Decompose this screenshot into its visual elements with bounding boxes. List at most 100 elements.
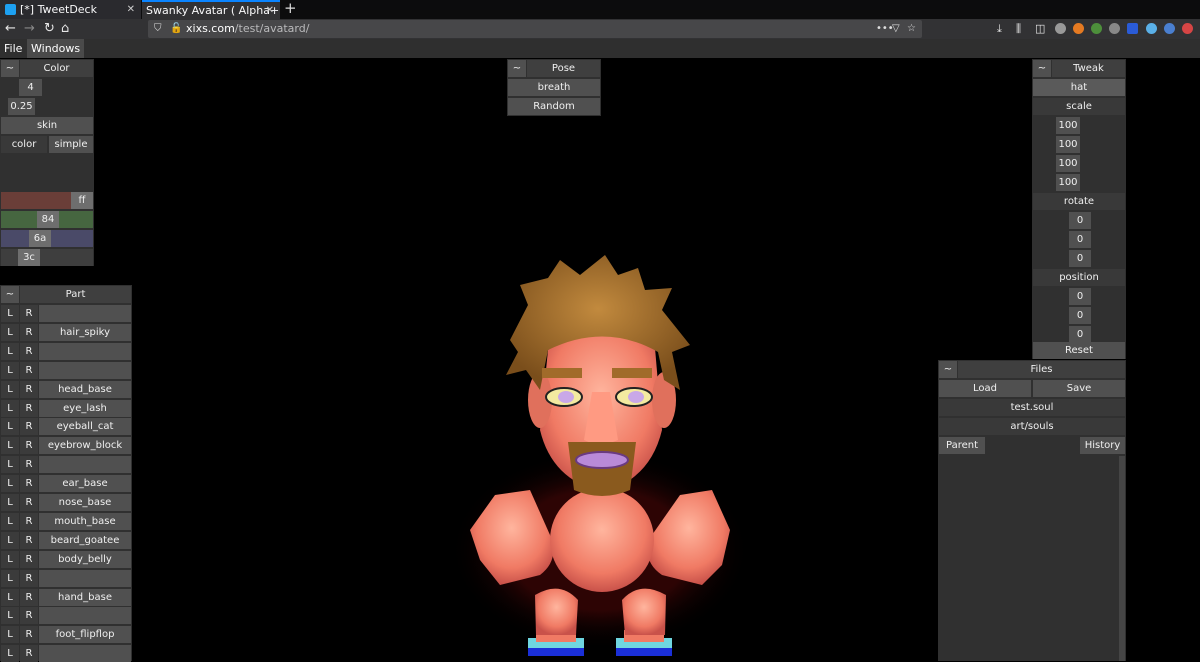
part-right-button[interactable]: R <box>20 323 38 341</box>
new-tab-icon[interactable]: + <box>284 0 297 17</box>
rotate-z-field[interactable]: 0 <box>1069 250 1091 267</box>
part-left-button[interactable]: L <box>1 437 19 455</box>
pose-breath-button[interactable]: breath <box>508 79 600 96</box>
part-left-button[interactable]: L <box>1 305 19 322</box>
part-left-button[interactable]: L <box>1 607 19 625</box>
extension-icon[interactable] <box>1109 23 1120 34</box>
part-slot[interactable]: beard_goatee <box>39 531 131 549</box>
folder-path-field[interactable]: art/souls <box>939 418 1125 435</box>
color-value-field[interactable]: 4 <box>19 79 42 96</box>
close-icon[interactable]: ✕ <box>127 0 135 19</box>
part-left-button[interactable]: L <box>1 512 19 530</box>
collapse-button[interactable]: ~ <box>508 60 526 77</box>
color-target-button[interactable]: skin <box>1 117 93 134</box>
part-left-button[interactable]: L <box>1 323 19 341</box>
part-left-button[interactable]: L <box>1 475 19 493</box>
extension-icon[interactable] <box>1055 23 1066 34</box>
part-slot[interactable] <box>39 456 131 474</box>
part-slot[interactable] <box>39 305 131 322</box>
part-slot[interactable]: body_belly <box>39 550 131 568</box>
scale-z-field[interactable]: 100 <box>1056 174 1080 191</box>
extension-icon[interactable] <box>1146 23 1157 34</box>
collapse-button[interactable]: ~ <box>1 286 19 303</box>
part-right-button[interactable]: R <box>20 437 38 455</box>
part-slot[interactable]: head_base <box>39 380 131 398</box>
part-left-button[interactable]: L <box>1 531 19 549</box>
shield-icon[interactable]: ⛉ <box>154 20 162 38</box>
ublock-icon[interactable] <box>1127 23 1138 34</box>
red-channel-value[interactable]: ff <box>71 192 93 209</box>
part-left-button[interactable]: L <box>1 399 19 417</box>
part-left-button[interactable]: L <box>1 456 19 474</box>
position-x-field[interactable]: 0 <box>1069 288 1091 305</box>
part-slot[interactable]: eye_lash <box>39 399 131 417</box>
extension-icon[interactable] <box>1091 23 1102 34</box>
collapse-button[interactable]: ~ <box>939 361 957 378</box>
part-right-button[interactable]: R <box>20 361 38 379</box>
part-right-button[interactable]: R <box>20 305 38 322</box>
forward-icon[interactable]: → <box>24 20 35 38</box>
part-right-button[interactable]: R <box>20 512 38 530</box>
part-right-button[interactable]: R <box>20 531 38 549</box>
tweak-target-button[interactable]: hat <box>1033 79 1125 96</box>
part-slot[interactable]: hair_spiky <box>39 323 131 341</box>
tab-swanky-avatar[interactable]: Swanky Avatar ( Alpha+11c ✕ <box>142 0 280 19</box>
extension-icon[interactable] <box>1164 23 1175 34</box>
part-left-button[interactable]: L <box>1 380 19 398</box>
pose-random-button[interactable]: Random <box>508 98 600 115</box>
close-icon[interactable]: ✕ <box>266 2 274 19</box>
part-right-button[interactable]: R <box>20 569 38 587</box>
green-channel-value[interactable]: 84 <box>37 211 59 228</box>
extension-icon[interactable] <box>1182 23 1193 34</box>
part-right-button[interactable]: R <box>20 380 38 398</box>
alpha-channel-value[interactable]: 3c <box>18 249 40 266</box>
bookmark-star-icon[interactable]: ☆ <box>907 20 916 38</box>
part-left-button[interactable]: L <box>1 550 19 568</box>
part-slot[interactable]: foot_flipflop <box>39 626 131 644</box>
part-slot[interactable]: eyeball_cat <box>39 418 131 436</box>
part-slot[interactable]: nose_base <box>39 494 131 511</box>
part-left-button[interactable]: L <box>1 645 19 662</box>
part-slot[interactable] <box>39 645 131 662</box>
part-slot[interactable] <box>39 342 131 360</box>
home-icon[interactable]: ⌂ <box>61 20 69 38</box>
part-right-button[interactable]: R <box>20 494 38 511</box>
part-right-button[interactable]: R <box>20 588 38 606</box>
part-right-button[interactable]: R <box>20 342 38 360</box>
part-slot[interactable]: eyebrow_block <box>39 437 131 455</box>
part-right-button[interactable]: R <box>20 607 38 625</box>
part-slot[interactable] <box>39 607 131 625</box>
sidebar-icon[interactable]: ◫ <box>1035 20 1045 38</box>
menu-windows[interactable]: Windows <box>27 39 85 58</box>
collapse-button[interactable]: ~ <box>1033 60 1051 77</box>
file-name-field[interactable]: test.soul <box>939 399 1125 416</box>
red-channel-slider[interactable]: ff <box>1 192 93 209</box>
part-right-button[interactable]: R <box>20 645 38 662</box>
back-icon[interactable]: ← <box>5 20 16 38</box>
alpha-channel-slider[interactable]: 3c <box>1 249 93 266</box>
scale-y-field[interactable]: 100 <box>1056 155 1080 172</box>
part-right-button[interactable]: R <box>20 399 38 417</box>
green-channel-slider[interactable]: 84 <box>1 211 93 228</box>
part-slot[interactable]: mouth_base <box>39 512 131 530</box>
load-button[interactable]: Load <box>939 380 1031 397</box>
library-icon[interactable]: ⫼ <box>1016 20 1021 38</box>
blue-channel-value[interactable]: 6a <box>29 230 51 247</box>
part-left-button[interactable]: L <box>1 342 19 360</box>
reset-button[interactable]: Reset <box>1033 342 1125 359</box>
position-y-field[interactable]: 0 <box>1069 307 1091 324</box>
downloads-icon[interactable]: ⤓ <box>997 20 1002 38</box>
color-mode-dropdown[interactable]: simple <box>49 136 93 153</box>
position-z-field[interactable]: 0 <box>1069 326 1091 343</box>
part-slot[interactable] <box>39 569 131 587</box>
reload-icon[interactable]: ↻ <box>44 20 55 38</box>
part-slot[interactable]: hand_base <box>39 588 131 606</box>
part-right-button[interactable]: R <box>20 456 38 474</box>
parent-button[interactable]: Parent <box>939 437 985 454</box>
pocket-icon[interactable]: ▽ <box>892 20 900 38</box>
rotate-y-field[interactable]: 0 <box>1069 231 1091 248</box>
part-right-button[interactable]: R <box>20 626 38 644</box>
color-opacity-field[interactable]: 0.25 <box>8 98 35 115</box>
part-slot[interactable]: ear_base <box>39 475 131 493</box>
avatar-viewport[interactable] <box>440 240 770 660</box>
